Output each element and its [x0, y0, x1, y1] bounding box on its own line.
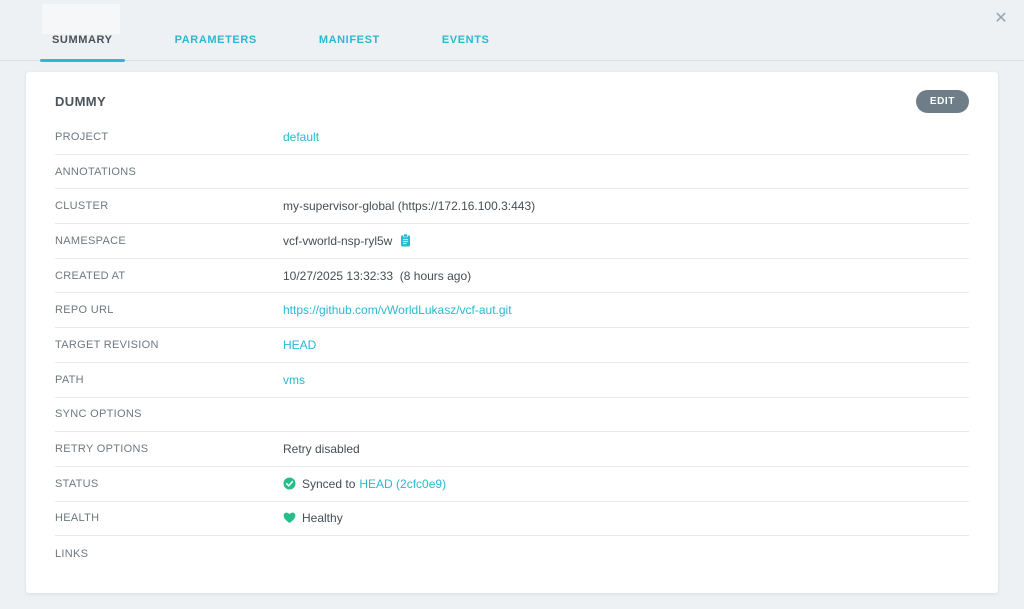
cluster-value: my-supervisor-global (https://172.16.100…: [283, 199, 535, 213]
row-created-at: CREATED AT 10/27/2025 13:32:33 (8 hours …: [55, 259, 969, 294]
row-sync-options: SYNC OPTIONS: [55, 398, 969, 433]
tab-parameters-label: PARAMETERS: [175, 34, 257, 46]
edit-button[interactable]: EDIT: [916, 90, 969, 113]
health-value: Healthy: [302, 511, 343, 525]
application-name: DUMMY: [55, 94, 106, 109]
row-health: HEALTH Healthy: [55, 502, 969, 537]
row-target-revision: TARGET REVISION HEAD: [55, 328, 969, 363]
row-path: PATH vms: [55, 363, 969, 398]
card-header: DUMMY EDIT: [55, 82, 969, 120]
row-cluster: CLUSTER my-supervisor-global (https://17…: [55, 189, 969, 224]
tab-summary[interactable]: SUMMARY: [40, 34, 125, 60]
tab-manifest-label: MANIFEST: [319, 34, 380, 46]
tab-bar: SUMMARY PARAMETERS MANIFEST EVENTS: [0, 0, 1024, 61]
copy-clipboard-icon[interactable]: [400, 234, 411, 247]
retry-options-value: Retry disabled: [283, 442, 360, 456]
tab-manifest[interactable]: MANIFEST: [307, 34, 392, 60]
row-label: REPO URL: [55, 304, 283, 316]
status-revision-link[interactable]: HEAD (2cfc0e9): [359, 477, 446, 491]
row-annotations: ANNOTATIONS: [55, 155, 969, 190]
row-label: STATUS: [55, 478, 283, 490]
active-tab-underline: [40, 59, 125, 62]
row-retry-options: RETRY OPTIONS Retry disabled: [55, 432, 969, 467]
row-label: ANNOTATIONS: [55, 166, 283, 178]
path-link[interactable]: vms: [283, 373, 305, 387]
row-label: TARGET REVISION: [55, 339, 283, 351]
row-namespace: NAMESPACE vcf-vworld-nsp-ryl5w: [55, 224, 969, 259]
row-label: LINKS: [55, 548, 283, 560]
created-at-value: 10/27/2025 13:32:33 (8 hours ago): [283, 269, 471, 283]
row-links: LINKS: [55, 536, 969, 571]
synced-check-icon: [283, 477, 296, 490]
target-revision-link[interactable]: HEAD: [283, 338, 316, 352]
tab-events[interactable]: EVENTS: [430, 34, 502, 60]
row-status: STATUS Synced to HEAD (2cfc0e9): [55, 467, 969, 502]
row-label: HEALTH: [55, 512, 283, 524]
row-project: PROJECT default: [55, 120, 969, 155]
tab-parameters[interactable]: PARAMETERS: [163, 34, 269, 60]
row-label: PATH: [55, 374, 283, 386]
summary-card: DUMMY EDIT PROJECT default ANNOTATIONS C…: [26, 72, 998, 593]
summary-rows: PROJECT default ANNOTATIONS CLUSTER my-s…: [55, 120, 969, 571]
row-label: NAMESPACE: [55, 235, 283, 247]
row-label: CLUSTER: [55, 200, 283, 212]
row-repo-url: REPO URL https://github.com/vWorldLukasz…: [55, 293, 969, 328]
namespace-value: vcf-vworld-nsp-ryl5w: [283, 234, 392, 248]
tab-summary-label: SUMMARY: [52, 34, 113, 46]
status-prefix: Synced to: [302, 477, 355, 491]
repo-url-link[interactable]: https://github.com/vWorldLukasz/vcf-aut.…: [283, 303, 512, 317]
row-label: RETRY OPTIONS: [55, 443, 283, 455]
row-label: SYNC OPTIONS: [55, 408, 283, 420]
row-label: CREATED AT: [55, 270, 283, 282]
tab-events-label: EVENTS: [442, 34, 490, 46]
project-link[interactable]: default: [283, 130, 319, 144]
healthy-heart-icon: [283, 512, 296, 524]
row-label: PROJECT: [55, 131, 283, 143]
